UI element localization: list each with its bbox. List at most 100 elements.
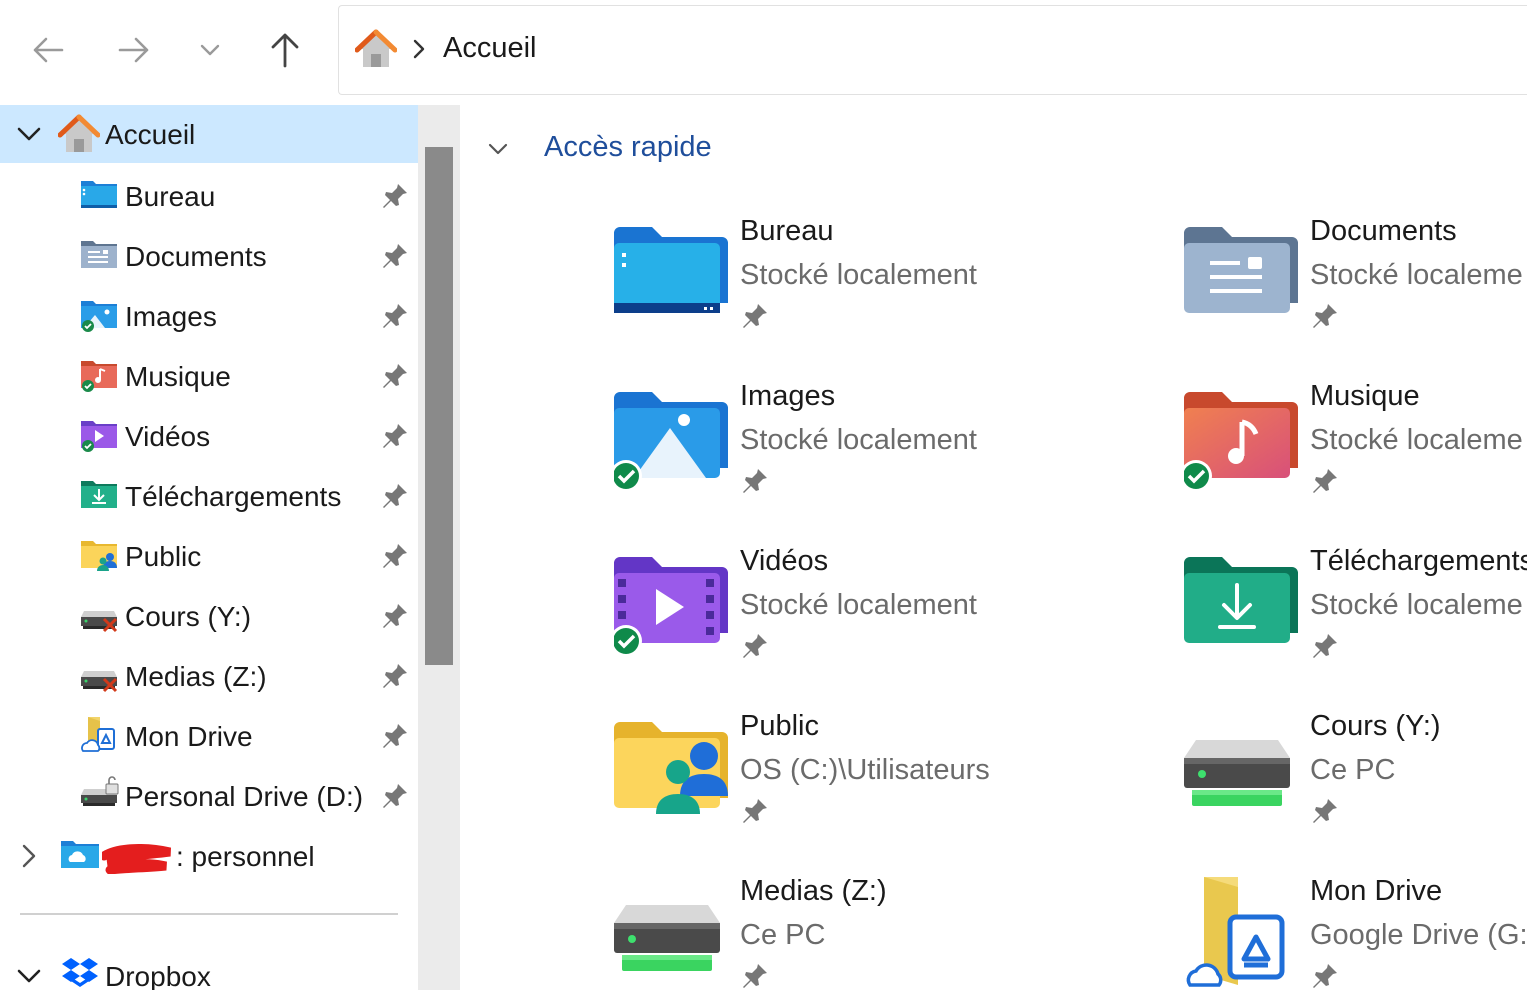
pictures-folder-icon	[81, 301, 117, 332]
downloads-folder-icon	[81, 481, 117, 508]
sidebar-item-mon-drive[interactable]: Mon Drive	[0, 707, 418, 765]
tile-name: Cours (Y:)	[1310, 710, 1441, 742]
pin-icon[interactable]	[380, 781, 410, 811]
quick-access-tile-public[interactable]: Public OS (C:)\Utilisateurs	[614, 710, 1154, 860]
sidebar-item-dropbox[interactable]: Dropbox	[0, 945, 418, 990]
up-button[interactable]	[257, 22, 313, 78]
pin-icon[interactable]	[380, 661, 410, 691]
chevron-right-icon	[22, 844, 36, 868]
pin-icon[interactable]	[1310, 796, 1340, 826]
sidebar-item-label: Musique	[125, 361, 231, 392]
quick-access-tile-documents[interactable]: Documents Stocké localeme	[1184, 215, 1527, 365]
sidebar-item-images[interactable]: Images	[0, 287, 418, 345]
quick-access-tile-telechargements[interactable]: Téléchargements Stocké localeme	[1184, 545, 1527, 695]
desktop-folder-icon	[614, 227, 728, 313]
quick-access-tile-musique[interactable]: Musique Stocké localeme	[1184, 380, 1527, 530]
sidebar-item-documents[interactable]: Documents	[0, 227, 418, 285]
content-pane: Accès rapide Bureau Stocké localement Do…	[464, 105, 1527, 990]
quick-access-tile-cours-drive[interactable]: Cours (Y:) Ce PC	[1184, 710, 1527, 860]
videos-folder-icon	[614, 557, 728, 657]
sidebar-divider	[20, 913, 398, 915]
chevron-right-icon	[413, 39, 425, 59]
sidebar-item-personal-drive[interactable]: Personal Drive (D:)	[0, 767, 418, 825]
quick-access-tile-bureau[interactable]: Bureau Stocké localement	[614, 215, 1154, 365]
sidebar-item-bureau[interactable]: Bureau	[0, 167, 418, 225]
sidebar-item-label: Téléchargements	[125, 481, 342, 512]
pin-icon[interactable]	[380, 481, 410, 511]
chevron-down-icon	[200, 44, 220, 56]
quick-access-tile-images[interactable]: Images Stocké localement	[614, 380, 1154, 530]
public-folder-icon	[614, 722, 728, 814]
tile-location: Stocké localeme	[1310, 424, 1523, 456]
pin-icon[interactable]	[380, 301, 410, 331]
google-drive-folder-icon	[1186, 877, 1285, 987]
dropbox-icon	[62, 958, 98, 987]
sidebar-item-label: : personnel	[176, 841, 315, 872]
sidebar-item-downloads[interactable]: Téléchargements	[0, 467, 418, 525]
pin-icon[interactable]	[1310, 301, 1340, 331]
tile-name: Medias (Z:)	[740, 875, 887, 907]
sidebar-scrollbar-thumb[interactable]	[425, 147, 453, 665]
sidebar-item-public[interactable]: Public	[0, 527, 418, 585]
quick-access-tile-medias-drive[interactable]: Medias (Z:) Ce PC	[614, 875, 1154, 990]
pin-icon[interactable]	[380, 361, 410, 391]
arrow-right-icon	[118, 37, 149, 63]
sidebar-item-label: Vidéos	[125, 421, 211, 452]
tile-location: Ce PC	[1310, 754, 1396, 786]
recent-locations-button[interactable]	[182, 22, 238, 78]
sidebar-item-medias-drive[interactable]: Medias (Z:)	[0, 647, 418, 705]
sidebar-item-videos[interactable]: Vidéos	[0, 407, 418, 465]
pin-icon[interactable]	[380, 601, 410, 631]
onedrive-folder-icon	[61, 841, 99, 868]
pin-icon[interactable]	[1310, 961, 1340, 990]
pin-icon[interactable]	[740, 961, 770, 990]
tile-location: Stocké localement	[740, 589, 977, 621]
sidebar-item-home[interactable]: Accueil	[0, 105, 418, 163]
sidebar-item-onedrive[interactable]: : personnel	[0, 827, 418, 885]
tile-location: Stocké localeme	[1310, 589, 1523, 621]
sidebar-item-label: Documents	[125, 241, 267, 272]
pin-icon[interactable]	[380, 721, 410, 751]
back-button[interactable]	[20, 22, 76, 78]
forward-button[interactable]	[106, 22, 162, 78]
tile-location: OS (C:)\Utilisateurs	[740, 754, 990, 786]
sidebar-item-label: Mon Drive	[125, 721, 253, 752]
pin-icon[interactable]	[380, 241, 410, 271]
pin-icon[interactable]	[1310, 466, 1340, 496]
quick-access-tile-videos[interactable]: Vidéos Stocké localement	[614, 545, 1154, 695]
pin-icon[interactable]	[740, 631, 770, 661]
music-folder-icon	[81, 361, 117, 392]
quick-access-tile-mon-drive[interactable]: Mon Drive Google Drive (G:	[1184, 875, 1527, 990]
music-folder-icon	[1184, 392, 1298, 492]
pin-icon[interactable]	[380, 541, 410, 571]
pin-icon[interactable]	[740, 796, 770, 826]
sidebar-item-label: Personal Drive (D:)	[125, 781, 364, 812]
pin-icon[interactable]	[1310, 631, 1340, 661]
home-icon	[58, 114, 100, 152]
tile-location: Stocké localement	[740, 259, 977, 291]
sidebar-item-cours-drive[interactable]: Cours (Y:)	[0, 587, 418, 645]
chevron-down-icon	[488, 143, 508, 155]
pin-icon[interactable]	[740, 301, 770, 331]
sidebar-item-label: Accueil	[105, 119, 196, 150]
address-location[interactable]: Accueil	[443, 32, 537, 65]
tile-name: Mon Drive	[1310, 875, 1443, 907]
documents-folder-icon	[1184, 227, 1298, 313]
navigation-pane: Accueil Bureau Documents Images Musique …	[0, 105, 418, 990]
pin-icon[interactable]	[740, 466, 770, 496]
home-icon	[355, 29, 397, 67]
sidebar-scrollbar[interactable]	[418, 105, 460, 990]
sidebar-item-label: Public	[125, 541, 202, 572]
tile-location: Ce PC	[740, 919, 826, 951]
tile-name: Musique	[1310, 380, 1420, 412]
sidebar-item-label: Cours (Y:)	[125, 601, 252, 632]
pin-icon[interactable]	[380, 181, 410, 211]
redaction-scribble	[102, 844, 172, 874]
sidebar-item-musique[interactable]: Musique	[0, 347, 418, 405]
chevron-down-icon	[17, 127, 41, 141]
desktop-folder-icon	[81, 181, 117, 208]
sidebar-item-label: Dropbox	[105, 961, 211, 990]
pin-icon[interactable]	[380, 421, 410, 451]
address-bar[interactable]: Accueil	[338, 5, 1527, 95]
downloads-folder-icon	[1184, 557, 1298, 643]
